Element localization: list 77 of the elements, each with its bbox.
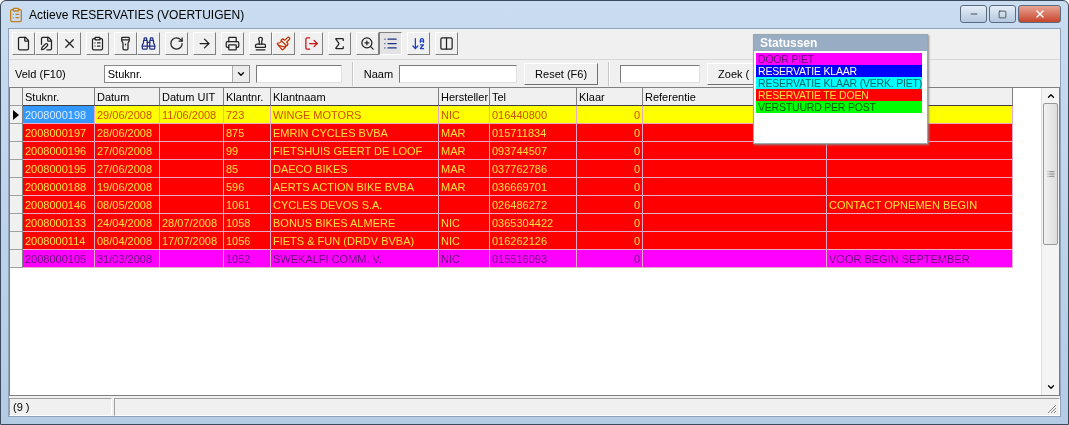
table-cell: 0 <box>577 106 643 124</box>
table-cell: NIC <box>439 250 490 268</box>
table-cell: MAR <box>439 142 490 160</box>
table-cell: MAR <box>439 160 490 178</box>
table-cell: 723 <box>224 106 271 124</box>
window-title: Actieve RESERVATIES (VOERTUIGEN) <box>29 7 246 22</box>
table-cell: 1058 <box>224 214 271 232</box>
table-cell: 015711834 <box>490 124 577 142</box>
table-cell: 026486272 <box>490 196 577 214</box>
table-cell: 2008000133 <box>23 214 95 232</box>
legend-title: Statussen <box>754 35 927 51</box>
table-cell: 2008000188 <box>23 178 95 196</box>
table-cell: 093744507 <box>490 142 577 160</box>
table-cell: 2008000105 <box>23 250 95 268</box>
table-cell: 08/05/2008 <box>95 196 160 214</box>
table-cell: SWEKALFI COMM. V. <box>271 250 439 268</box>
status-legend-item: RESERVATIE KLAAR <box>756 65 922 77</box>
table-cell: 0 <box>577 232 643 250</box>
table-cell: FIETS & FUN (DRDV BVBA) <box>271 232 439 250</box>
table-cell: 29/06/2008 <box>95 106 160 124</box>
table-cell: 0 <box>577 196 643 214</box>
table-cell: 2008000197 <box>23 124 95 142</box>
table-cell: 1052 <box>224 250 271 268</box>
table-cell: 0 <box>577 142 643 160</box>
table-cell: 0 <box>577 124 643 142</box>
table-cell: 0 <box>577 250 643 268</box>
table-cell: 1056 <box>224 232 271 250</box>
table-cell: 037762786 <box>490 160 577 178</box>
table-cell: 2008000146 <box>23 196 95 214</box>
table-cell: CONTACT OPNEMEN BEGIN <box>827 196 1013 214</box>
table-cell: 0 <box>577 160 643 178</box>
table-cell: 2008000196 <box>23 142 95 160</box>
table-cell: NIC <box>439 214 490 232</box>
table-cell: AERTS ACTION BIKE BVBA <box>271 178 439 196</box>
table-cell: MAR <box>439 178 490 196</box>
table-cell: 99 <box>224 142 271 160</box>
table-cell: BONUS BIKES ALMERE <box>271 214 439 232</box>
table-cell: WINGE MOTORS <box>271 106 439 124</box>
table-cell: 85 <box>224 160 271 178</box>
table-cell: 875 <box>224 124 271 142</box>
table-cell: 0365304422 <box>490 214 577 232</box>
table-cell: MAR <box>439 124 490 142</box>
table-cell: CYCLES DEVOS S.A. <box>271 196 439 214</box>
status-legend-item: RESERVATIE TE DOEN <box>756 89 922 101</box>
table-cell: 28/06/2008 <box>95 124 160 142</box>
table-cell: 2008000114 <box>23 232 95 250</box>
table-cell: NIC <box>439 106 490 124</box>
naam-label: Naam <box>363 67 394 80</box>
table-cell: FIETSHUIS GEERT DE LOOF <box>271 142 439 160</box>
table-cell: NIC <box>439 232 490 250</box>
status-legend-item: DOOR PIET <box>756 53 922 65</box>
table-cell: 27/06/2008 <box>95 142 160 160</box>
table-cell: 2008000195 <box>23 160 95 178</box>
table-cell: 17/07/2008 <box>160 232 224 250</box>
table-cell: EMRIN CYCLES BVBA <box>271 124 439 142</box>
table-cell: 1061 <box>224 196 271 214</box>
table-cell: 0 <box>577 178 643 196</box>
table-cell: 596 <box>224 178 271 196</box>
table-cell: 24/04/2008 <box>95 214 160 232</box>
table-cell: 2008000198 <box>23 106 95 124</box>
field-label: Veld (F10) <box>15 67 66 80</box>
status-legend-item: RESERVATIE KLAAR (VERK. PIET) <box>756 77 922 89</box>
table-cell: 0 <box>577 214 643 232</box>
table-cell: 08/04/2008 <box>95 232 160 250</box>
status-legend-item: VERSTUURD PER POST <box>756 101 922 113</box>
record-count: (9 ) <box>13 401 30 413</box>
table-cell: 016440800 <box>490 106 577 124</box>
table-cell: DAECO BIKES <box>271 160 439 178</box>
table-cell: 31/03/2008 <box>95 250 160 268</box>
table-cell: 11/06/2008 <box>160 106 224 124</box>
table-cell: 016262126 <box>490 232 577 250</box>
table-cell: 28/07/2008 <box>160 214 224 232</box>
table-cell: VOOR BEGIN SEPTEMBER <box>827 250 1013 268</box>
table-cell: 036669701 <box>490 178 577 196</box>
table-cell: 19/06/2008 <box>95 178 160 196</box>
table-cell: 015516093 <box>490 250 577 268</box>
table-cell: 27/06/2008 <box>95 160 160 178</box>
